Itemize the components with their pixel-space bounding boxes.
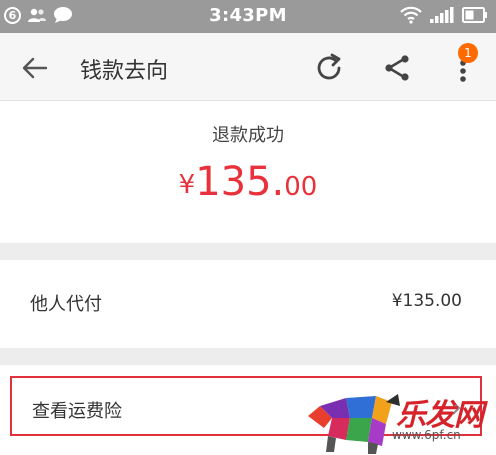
payer-label: 他人代付 — [30, 294, 102, 315]
more-badge: 1 — [458, 43, 478, 63]
section-divider — [0, 243, 496, 260]
refresh-icon[interactable] — [312, 51, 346, 85]
page-title: 钱款去向 — [80, 59, 169, 84]
amount-integer: 135. — [195, 159, 285, 205]
back-arrow-icon[interactable] — [20, 53, 50, 83]
watermark-url: www.6pf.cn — [392, 428, 461, 442]
status-right-icons — [400, 6, 488, 24]
payer-amount: ¥135.00 — [391, 291, 462, 311]
status-bar: 6 3:43PM — [0, 0, 496, 33]
share-icon[interactable] — [380, 51, 414, 85]
signal-icon — [430, 7, 454, 23]
refund-status: 退款成功 — [212, 125, 284, 146]
refund-summary: 退款成功 ¥135.00 — [0, 101, 496, 243]
amount-decimal: 00 — [284, 172, 318, 202]
battery-icon — [462, 7, 487, 23]
section-divider — [0, 348, 496, 365]
payer-row: 他人代付 ¥135.00 — [0, 260, 496, 348]
refund-amount: ¥135.00 — [0, 159, 496, 205]
app-bar: 钱款去向 1 — [0, 33, 496, 101]
wifi-icon — [400, 6, 422, 24]
view-shipping-insurance-label: 查看运费险 — [32, 401, 122, 422]
currency-symbol: ¥ — [178, 170, 196, 200]
